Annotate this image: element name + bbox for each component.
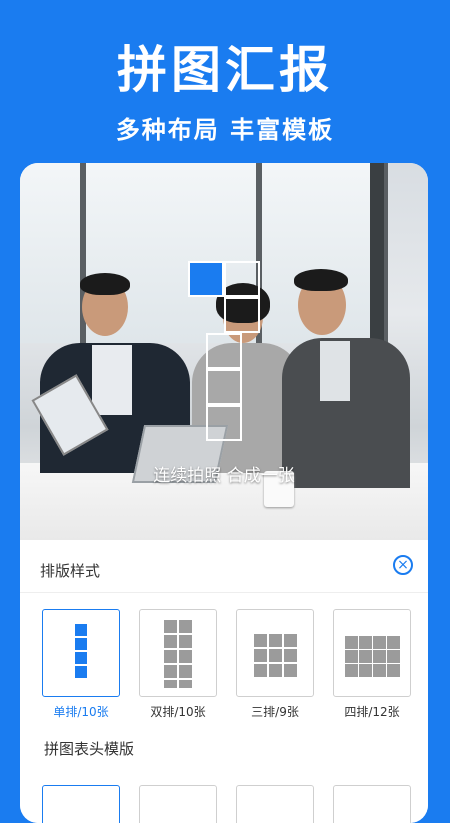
layout-option-label: 四排/12张 (344, 705, 400, 719)
divider (20, 592, 428, 593)
layout-option-label: 三排/9张 (251, 705, 299, 719)
header-templates-title: 拼图表头模版 (44, 740, 135, 758)
promo-title: 拼图汇报 (117, 41, 333, 99)
panel-title: 排版样式 (40, 562, 101, 580)
grid-cell (224, 261, 260, 297)
layout-option-single-row[interactable] (42, 609, 120, 697)
meeting-photo: 连续拍照 合成一张 (20, 163, 428, 540)
grid-cell (206, 369, 242, 405)
header-template-option[interactable] (333, 785, 411, 823)
grid-cell (188, 261, 224, 297)
window-pane (20, 163, 86, 343)
header-template-option[interactable] (139, 785, 217, 823)
header-template-option[interactable] (42, 785, 120, 823)
layout-style-panel: 排版样式 × 单排/10张 双排/10张 三排/9张 四排/12张 拼图表头模版 (20, 540, 428, 823)
grid-cell (206, 405, 242, 441)
photo-caption: 连续拍照 合成一张 (153, 466, 295, 486)
phone-screen: 连续拍照 合成一张 排版样式 × 单排/10张 双排/10张 三排/9张 四排/… (20, 163, 428, 823)
header-template-option[interactable] (236, 785, 314, 823)
grid-cell (224, 297, 260, 333)
layout-option-label: 单排/10张 (53, 705, 109, 719)
layout-option-triple-row[interactable] (236, 609, 314, 697)
layout-option-quad-row[interactable] (333, 609, 411, 697)
promo-subtitle: 多种布局 丰富模板 (115, 116, 335, 144)
layout-option-label: 双排/10张 (150, 705, 206, 719)
grid-cell (206, 333, 242, 369)
close-icon[interactable]: × (393, 555, 413, 575)
layout-option-double-row[interactable] (139, 609, 217, 697)
promo-banner: 拼图汇报 多种布局 丰富模板 (0, 0, 450, 160)
